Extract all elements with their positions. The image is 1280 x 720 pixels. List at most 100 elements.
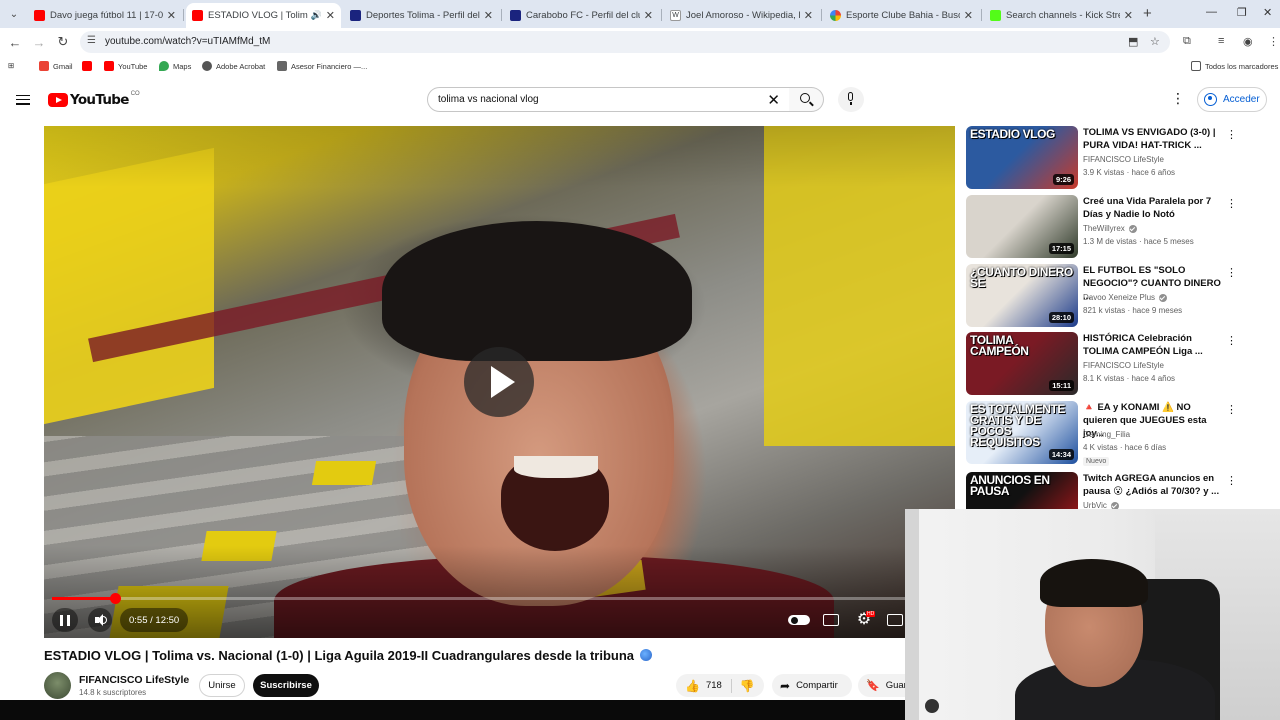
thumbnail-caption: ESTADIO VLOG [970,127,1055,141]
bookmark-star-icon[interactable]: ☆ [1150,35,1160,48]
bookmark-maps[interactable]: Maps [159,61,191,71]
recommendation-item[interactable]: 17:15 Creé una Vida Paralela por 7 Días y… [966,195,1266,259]
address-bar[interactable]: ☰ youtube.com/watch?v=uTIAMfMd_tM ⬒ ☆ [80,31,1170,53]
browser-tab[interactable]: Deportes Tolima - Perfil del club | ✕ [344,3,499,28]
tab-search-button[interactable]: ⌄ [4,4,24,24]
more-options-icon[interactable]: ⋮ [1226,334,1237,347]
share-button[interactable]: ➦ Compartir [772,674,852,697]
recommendation-channel[interactable]: FIFANCISCO LifeStyle [1083,155,1164,164]
recommendation-item[interactable]: ¿CUANTO DINERO SE 28:10 EL FUTBOL ES "SOLO… [966,264,1266,328]
tab-close-icon[interactable]: ✕ [964,9,973,22]
mute-button[interactable] [88,608,112,632]
back-arrow-icon[interactable]: ← [6,33,24,51]
recommendation-item[interactable]: TOLIMA CAMPEÓN 15:11 HISTÓRICA Celebración… [966,332,1266,396]
browser-tab[interactable]: Davo juega fútbol 11 | 17-02-26 - ✕ [28,3,182,28]
pause-button[interactable] [52,608,78,632]
thumbs-up-icon[interactable]: 👍 [685,679,700,693]
minimize-icon[interactable]: — [1206,6,1217,18]
tab-close-icon[interactable]: ✕ [326,9,335,22]
guide-menu-icon[interactable] [16,92,30,106]
all-bookmarks-folder[interactable]: Todos los marcadores [1191,61,1278,71]
tab-close-icon[interactable]: ✕ [484,9,493,22]
recommendation-thumbnail[interactable]: ES TOTALMENTE GRATIS Y DE POCOS REQUISIT… [966,401,1078,464]
browser-tab-active[interactable]: ESTADIO VLOG | Tolima vs. Na 🔊 ✕ [186,3,341,28]
more-options-icon[interactable]: ⋮ [1226,197,1237,210]
settings-button[interactable]: ⚙ HD [855,608,876,632]
join-button[interactable]: Unirse [199,674,245,697]
browser-tab[interactable]: Esporte Clube Bahia - Buscar con ✕ [824,3,979,28]
like-count[interactable]: 718 [706,680,722,691]
recommendation-item[interactable]: ANUNCIOS EN PAUSA Twitch AGREGA anuncios … [966,472,1266,509]
media-controls-icon[interactable]: ≡ [1218,35,1224,47]
new-tab-plus-icon[interactable]: + [1143,5,1152,22]
subtitles-button[interactable] [823,608,839,632]
tab-title: Davo juega fútbol 11 | 17-02-26 - [50,10,163,21]
tab-close-icon[interactable]: ✕ [167,9,176,22]
miniplayer-button[interactable] [887,608,903,632]
browser-tab[interactable]: W Joel Amoroso - Wikipedia, la encic ✕ [664,3,819,28]
search-box[interactable]: tolima vs nacional vlog ✕ [427,87,790,112]
recommendation-thumbnail[interactable]: TOLIMA CAMPEÓN 15:11 [966,332,1078,395]
recommendation-item[interactable]: ESTADIO VLOG 9:26 TOLIMA VS ENVIGADO (3-0)… [966,126,1266,190]
window-close-icon[interactable]: ✕ [1263,6,1272,19]
autoplay-toggle[interactable] [788,608,810,632]
recommendation-item[interactable]: ES TOTALMENTE GRATIS Y DE POCOS REQUISIT… [966,401,1266,466]
recommendation-channel[interactable]: TheWillyrex [1083,224,1137,233]
recommendation-thumbnail[interactable]: ANUNCIOS EN PAUSA [966,472,1078,509]
bookmark-gmail[interactable]: Gmail [39,61,73,71]
recommendation-title[interactable]: Creé una Vida Paralela por 7 Días y Nadi… [1083,195,1223,221]
search-button[interactable] [789,87,824,112]
channel-avatar[interactable] [44,672,71,699]
large-play-icon[interactable] [464,347,534,417]
more-options-icon[interactable]: ⋮ [1226,474,1237,487]
recommendation-channel[interactable]: FIFANCISCO LifeStyle [1083,361,1164,370]
bookmark-adobe-acrobat[interactable]: Adobe Acrobat [202,61,265,71]
browser-tab[interactable]: Carabobo FC - Perfil del club | Tra ✕ [504,3,659,28]
extensions-icon[interactable]: ⧉ [1183,35,1191,48]
tab-close-icon[interactable]: ✕ [804,9,813,22]
tab-close-icon[interactable]: ✕ [644,9,653,22]
settings-kebab-icon[interactable]: ⋮ [1171,91,1185,105]
browser-tab[interactable]: Search channels - Kick Streaming ✕ [984,3,1139,28]
recommendation-title[interactable]: Twitch AGREGA anuncios en pausa 😮 ¿Adiós… [1083,472,1223,498]
install-app-icon[interactable]: ⬒ [1128,35,1138,48]
profile-icon[interactable]: ◉ [1243,35,1253,48]
recommendation-channel[interactable]: Davoo Xeneize Plus [1083,293,1168,302]
google-favicon-icon [830,10,841,21]
speaker-icon[interactable]: 🔊 [311,10,322,21]
recommendation-title[interactable]: TOLIMA VS ENVIGADO (3-0) | PURA VIDA! HA… [1083,126,1223,152]
thumbs-down-icon[interactable]: 👎 [740,679,755,693]
restore-icon[interactable]: ❐ [1237,6,1247,19]
recommendation-thumbnail[interactable]: 17:15 [966,195,1078,258]
thumbnail-caption: TOLIMA CAMPEÓN [970,333,1029,358]
more-options-icon[interactable]: ⋮ [1226,128,1237,141]
forward-arrow-icon[interactable]: → [30,33,48,51]
video-duration: 28:10 [1048,312,1074,323]
search-input[interactable]: tolima vs nacional vlog [438,94,539,105]
bookmark-youtube-icon-only[interactable] [82,61,96,71]
browser-menu-icon[interactable]: ⋮ [1268,35,1279,48]
recommendation-channel[interactable]: UrbVic [1083,501,1119,509]
tab-divider [661,9,662,21]
progress-bar[interactable] [52,593,905,604]
more-options-icon[interactable]: ⋮ [1226,403,1237,416]
more-options-icon[interactable]: ⋮ [1226,266,1237,279]
url-text[interactable]: youtube.com/watch?v=uTIAMfMd_tM [105,36,270,47]
voice-search-button[interactable] [838,87,864,112]
recommendation-title[interactable]: HISTÓRICA Celebración TOLIMA CAMPEÓN Lig… [1083,332,1223,358]
bookmark-youtube[interactable]: YouTube [104,61,147,71]
recommendation-thumbnail[interactable]: ESTADIO VLOG 9:26 [966,126,1078,189]
subscribe-button[interactable]: Suscribirse [253,674,319,697]
sign-in-button[interactable]: Acceder [1197,87,1267,112]
channel-name[interactable]: FIFANCISCO LifeStyle [79,674,189,686]
site-info-icon[interactable]: ☰ [87,35,96,46]
apps-grid-icon[interactable]: ⊞ [8,61,14,70]
reload-icon[interactable]: ↻ [54,33,72,51]
recommendation-thumbnail[interactable]: ¿CUANTO DINERO SE 28:10 [966,264,1078,327]
recommendation-channel[interactable]: Gaming_Filia [1083,430,1130,439]
bookmark-label: Gmail [53,61,73,71]
youtube-logo[interactable]: YouTube CO [48,91,140,108]
bookmark-asesor-financiero[interactable]: Asesor Financiero —... [277,61,367,71]
tab-close-icon[interactable]: ✕ [1124,9,1133,22]
clear-search-icon[interactable]: ✕ [767,91,780,109]
